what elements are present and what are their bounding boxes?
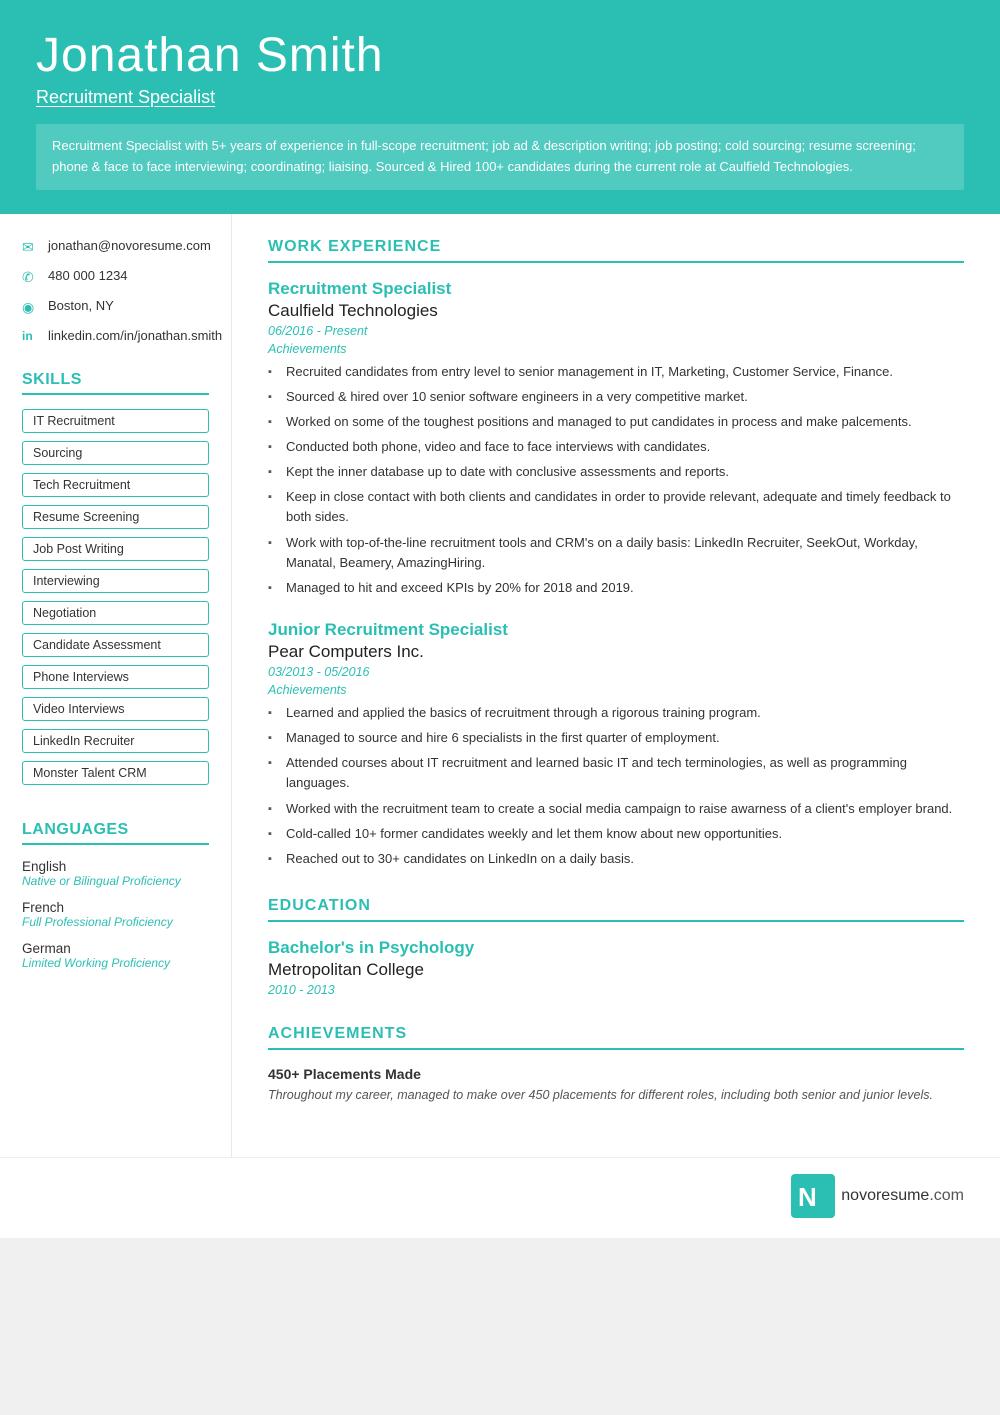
jobs-list: Recruitment Specialist Caulfield Technol…	[268, 279, 964, 869]
contact-section: ✉ jonathan@novoresume.com ✆ 480 000 1234…	[22, 238, 209, 343]
work-experience-title: WORK EXPERIENCE	[268, 238, 964, 263]
edu-dates: 2010 - 2013	[268, 983, 964, 997]
list-item: Kept the inner database up to date with …	[268, 462, 964, 482]
language-item: French Full Professional Proficiency	[22, 900, 209, 929]
phone-icon: ✆	[22, 269, 40, 286]
skill-item: Interviewing	[22, 569, 209, 593]
list-item: Conducted both phone, video and face to …	[268, 437, 964, 457]
achievements-title: ACHIEVEMENTS	[268, 1025, 964, 1050]
job-company: Pear Computers Inc.	[268, 642, 964, 662]
education-list: Bachelor's in Psychology Metropolitan Co…	[268, 938, 964, 997]
location-icon: ◉	[22, 299, 40, 316]
svg-text:N: N	[798, 1182, 817, 1212]
main-content: WORK EXPERIENCE Recruitment Specialist C…	[232, 214, 1000, 1158]
sidebar: ✉ jonathan@novoresume.com ✆ 480 000 1234…	[0, 214, 232, 1158]
list-item: Attended courses about IT recruitment an…	[268, 753, 964, 793]
skill-item: Resume Screening	[22, 505, 209, 529]
resume-document: Jonathan Smith Recruitment Specialist Re…	[0, 0, 1000, 1238]
phone-value: 480 000 1234	[48, 268, 128, 283]
list-item: Work with top-of-the-line recruitment to…	[268, 533, 964, 573]
job-title: Junior Recruitment Specialist	[268, 620, 964, 640]
list-item: Managed to source and hire 6 specialists…	[268, 728, 964, 748]
novoresume-logo-icon: N	[791, 1174, 835, 1218]
skill-item: Sourcing	[22, 441, 209, 465]
footer-logo-text: novoresume.com	[841, 1187, 964, 1205]
email-value: jonathan@novoresume.com	[48, 238, 211, 253]
skill-item: IT Recruitment	[22, 409, 209, 433]
header-section: Jonathan Smith Recruitment Specialist Re…	[0, 0, 1000, 214]
location-item: ◉ Boston, NY	[22, 298, 209, 316]
footer: N novoresume.com	[0, 1157, 1000, 1238]
list-item: Recruited candidates from entry level to…	[268, 362, 964, 382]
language-name: German	[22, 941, 209, 956]
candidate-title: Recruitment Specialist	[36, 87, 964, 108]
skills-title: SKILLS	[22, 371, 209, 395]
edu-degree: Bachelor's in Psychology	[268, 938, 964, 958]
skill-item: LinkedIn Recruiter	[22, 729, 209, 753]
edu-school: Metropolitan College	[268, 960, 964, 980]
skill-item: Phone Interviews	[22, 665, 209, 689]
linkedin-value: linkedin.com/in/jonathan.smith	[48, 328, 222, 343]
candidate-name: Jonathan Smith	[36, 28, 964, 83]
skill-item: Candidate Assessment	[22, 633, 209, 657]
achievements-section: ACHIEVEMENTS 450+ Placements Made Throug…	[268, 1025, 964, 1105]
achievements-list: 450+ Placements Made Throughout my caree…	[268, 1066, 964, 1105]
email-item: ✉ jonathan@novoresume.com	[22, 238, 209, 256]
skills-list: IT Recruitment Sourcing Tech Recruitment Re…	[22, 409, 209, 793]
list-item: Reached out to 30+ candidates on LinkedI…	[268, 849, 964, 869]
list-item: Sourced & hired over 10 senior software …	[268, 387, 964, 407]
list-item: Learned and applied the basics of recrui…	[268, 703, 964, 723]
location-value: Boston, NY	[48, 298, 114, 313]
language-name: English	[22, 859, 209, 874]
education-entry: Bachelor's in Psychology Metropolitan Co…	[268, 938, 964, 997]
language-name: French	[22, 900, 209, 915]
language-item: English Native or Bilingual Proficiency	[22, 859, 209, 888]
job-company: Caulfield Technologies	[268, 301, 964, 321]
job-title: Recruitment Specialist	[268, 279, 964, 299]
job-dates: 03/2013 - 05/2016	[268, 665, 964, 679]
phone-item: ✆ 480 000 1234	[22, 268, 209, 286]
job-dates: 06/2016 - Present	[268, 324, 964, 338]
linkedin-item: in linkedin.com/in/jonathan.smith	[22, 328, 209, 343]
job-entry: Recruitment Specialist Caulfield Technol…	[268, 279, 964, 598]
body-section: ✉ jonathan@novoresume.com ✆ 480 000 1234…	[0, 214, 1000, 1158]
email-icon: ✉	[22, 239, 40, 256]
languages-list: English Native or Bilingual Proficiency …	[22, 859, 209, 970]
language-level: Full Professional Proficiency	[22, 915, 209, 929]
list-item: Managed to hit and exceed KPIs by 20% fo…	[268, 578, 964, 598]
education-section: EDUCATION Bachelor's in Psychology Metro…	[268, 897, 964, 997]
work-experience-section: WORK EXPERIENCE Recruitment Specialist C…	[268, 238, 964, 869]
list-item: Keep in close contact with both clients …	[268, 487, 964, 527]
achievement-name: 450+ Placements Made	[268, 1066, 964, 1082]
skill-item: Tech Recruitment	[22, 473, 209, 497]
achievement-entry: 450+ Placements Made Throughout my caree…	[268, 1066, 964, 1105]
list-item: Worked on some of the toughest positions…	[268, 412, 964, 432]
skill-item: Monster Talent CRM	[22, 761, 209, 785]
language-item: German Limited Working Proficiency	[22, 941, 209, 970]
job-achievements-label: Achievements	[268, 342, 964, 356]
skill-item: Job Post Writing	[22, 537, 209, 561]
footer-logo: N novoresume.com	[791, 1174, 964, 1218]
skills-section: SKILLS IT Recruitment Sourcing Tech Recrui…	[22, 371, 209, 793]
job-bullets: Learned and applied the basics of recrui…	[268, 703, 964, 869]
achievement-description: Throughout my career, managed to make ov…	[268, 1086, 964, 1105]
language-level: Native or Bilingual Proficiency	[22, 874, 209, 888]
job-achievements-label: Achievements	[268, 683, 964, 697]
languages-title: LANGUAGES	[22, 821, 209, 845]
job-entry: Junior Recruitment Specialist Pear Compu…	[268, 620, 964, 869]
job-bullets: Recruited candidates from entry level to…	[268, 362, 964, 598]
language-level: Limited Working Proficiency	[22, 956, 209, 970]
header-summary: Recruitment Specialist with 5+ years of …	[36, 124, 964, 190]
education-title: EDUCATION	[268, 897, 964, 922]
list-item: Cold-called 10+ former candidates weekly…	[268, 824, 964, 844]
list-item: Worked with the recruitment team to crea…	[268, 799, 964, 819]
languages-section: LANGUAGES English Native or Bilingual Pr…	[22, 821, 209, 970]
skill-item: Video Interviews	[22, 697, 209, 721]
skill-item: Negotiation	[22, 601, 209, 625]
linkedin-icon: in	[22, 329, 40, 343]
